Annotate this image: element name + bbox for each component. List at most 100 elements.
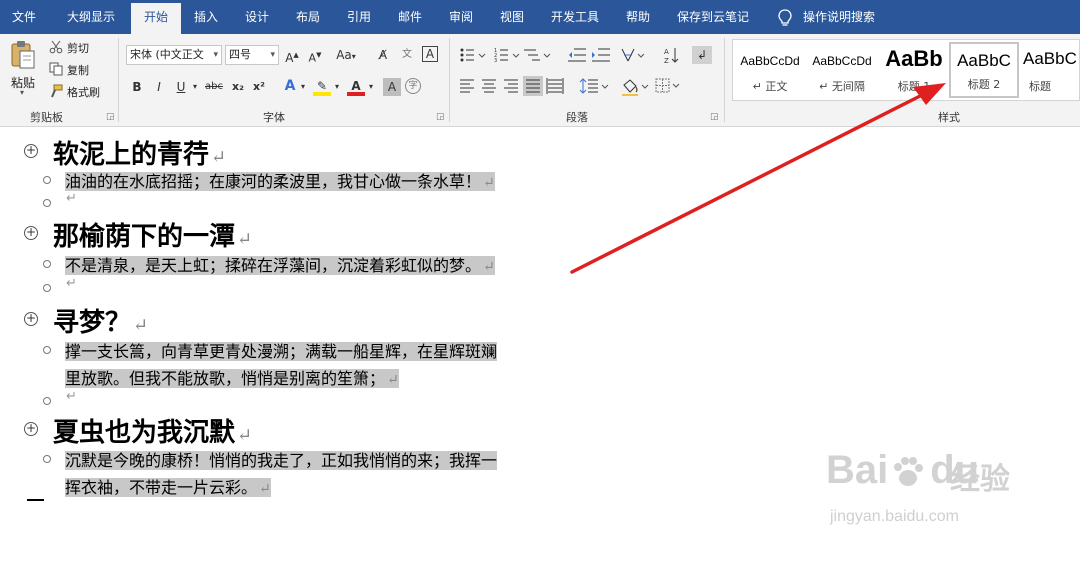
tab-home[interactable]: 开始 [131,3,181,34]
tab-design[interactable]: 设计 [245,0,269,34]
body-bullet-icon [43,397,51,405]
tell-me-search[interactable]: 操作说明搜索 [803,0,875,34]
tab-references[interactable]: 引用 [347,0,371,34]
expand-plus-icon[interactable]: + [24,144,38,158]
tab-insert[interactable]: 插入 [194,0,218,34]
tab-outline[interactable]: 大纲显示 [67,0,115,34]
paragraph-mark: ↵ [483,259,495,275]
multilevel-list-icon[interactable] [524,49,551,61]
svg-text:3: 3 [494,58,497,64]
sort-icon[interactable]: AZ [664,48,679,65]
expand-plus-icon[interactable]: + [24,312,38,326]
numbering-icon[interactable]: 1 2 3 [494,48,520,64]
shrink-font-icon[interactable]: A▼ [306,46,324,65]
tab-developer[interactable]: 开发工具 [551,0,599,34]
style-name: 标题 [1029,80,1051,93]
paragraph-controls: 1 2 3 AZ ↲ [460,46,712,96]
character-border-icon[interactable]: A [422,46,438,62]
style-sample: AaBbC [1023,49,1077,68]
align-center-icon[interactable] [482,79,496,93]
tab-help[interactable]: 帮助 [626,0,650,34]
subscript-button[interactable]: x₂ [229,78,247,96]
shading-icon[interactable] [622,79,649,96]
cut-button[interactable]: 剪切 [67,40,89,56]
font-color-dropdown-icon[interactable]: ▾ [366,78,376,96]
bullets-icon[interactable] [460,48,486,62]
tab-mailings[interactable]: 邮件 [398,0,422,34]
body-bullet-icon [43,284,51,292]
tab-review[interactable]: 审阅 [449,0,473,34]
style-no-spacing[interactable]: AaBbCcDd ↵ 无间隔 [807,42,877,98]
svg-text:↲: ↲ [697,48,707,62]
align-left-icon[interactable] [460,79,474,93]
tab-view[interactable]: 视图 [500,0,524,34]
tab-file[interactable]: 文件 [12,0,36,34]
style-name: ↵ 无间隔 [819,80,865,93]
justify-icon[interactable] [523,76,543,96]
chevron-down-icon: ▾ [213,50,218,60]
borders-icon[interactable] [655,78,680,93]
clipboard-launcher-icon[interactable]: ◲ [106,112,115,122]
watermark-brand-cn: 经验 [950,462,1010,497]
font-name-select[interactable]: 宋体 (中文正文 ▾ [126,45,222,65]
enclose-characters-icon[interactable]: 字 [405,78,421,94]
paragraph-mark: ↵ [237,425,253,446]
heading-text: 软泥上的青荇 [53,140,210,170]
underline-dropdown-icon[interactable]: ▾ [190,78,200,96]
chinese-layout-icon[interactable] [621,48,645,62]
underline-button[interactable]: U [172,78,190,96]
distributed-icon[interactable] [546,78,564,94]
copy-button[interactable]: 复制 [67,62,89,78]
paste-icon[interactable] [9,40,37,70]
font-size-select[interactable]: 四号 ▾ [225,45,279,65]
paste-dropdown-icon[interactable]: ▾ [20,88,24,97]
copy-icon [49,62,63,76]
heading-text: 寻梦？ [53,308,132,338]
paragraph-launcher-icon[interactable]: ◲ [710,112,719,122]
increase-indent-icon[interactable] [592,48,610,62]
text-effects-dropdown-icon[interactable]: ▾ [298,78,308,96]
style-title[interactable]: AaBbC 标题 [1023,42,1080,98]
show-marks-icon[interactable]: ↲ [692,46,712,64]
grow-font-icon[interactable]: A▲ [283,46,301,65]
body-text: 撑一支长篙，向青草更青处漫溯；满载一船星辉，在星辉斑斓 里放歌。但我不能放歌，悄… [65,338,585,394]
body-line: 撑一支长篙，向青草更青处漫溯；满载一船星辉，在星辉斑斓 [65,342,498,361]
group-divider [724,38,725,122]
highlight-dropdown-icon[interactable]: ▾ [332,78,342,96]
style-normal[interactable]: AaBbCcDd ↵ 正文 [735,42,805,98]
strikethrough-button[interactable]: abc [204,78,224,96]
character-shading-icon[interactable]: A [383,78,401,96]
format-painter-button[interactable]: 格式刷 [67,84,100,100]
change-case-button[interactable]: Aa▾ [334,46,358,64]
clear-formatting-icon[interactable]: A̸ [374,46,392,64]
font-color-icon[interactable]: A [347,77,365,96]
body-line: 沉默是今晚的康桥！悄悄的我走了，正如我悄悄的来；我挥一 [65,451,498,470]
paragraph-mark: ↵ [133,315,149,336]
body-text: 沉默是今晚的康桥！悄悄的我走了，正如我悄悄的来；我挥一 挥衣袖，不带走一片云彩。… [65,447,585,503]
highlight-color-icon[interactable]: ✎ [313,77,331,96]
style-name: 标题 2 [967,78,1001,91]
chevron-down-icon: ▾ [270,50,275,60]
body-line-text: 里放歌。但我不能放歌，悄悄是别离的笙箫； [65,369,386,388]
expand-plus-icon[interactable]: + [24,422,38,436]
clipboard-group-label: 剪贴板 [30,111,63,124]
line-spacing-icon[interactable] [579,78,609,94]
heading-text: 那榆荫下的一潭 [53,222,236,252]
expand-plus-icon[interactable]: + [24,226,38,240]
style-heading-1[interactable]: AaBb 标题 1 [879,42,949,98]
italic-button[interactable]: I [150,78,168,96]
change-case-label: Aa [336,48,352,62]
tab-save-to-cloud-note[interactable]: 保存到云笔记 [677,0,749,34]
font-group-label: 字体 [263,111,285,124]
style-heading-2[interactable]: AaBbC 标题 2 [949,42,1019,98]
bold-button[interactable]: B [128,78,146,96]
text-cursor [27,499,44,501]
tab-layout[interactable]: 布局 [296,0,320,34]
text-effects-icon[interactable]: A [281,77,299,95]
styles-gallery: AaBbCcDd ↵ 正文 AaBbCcDd ↵ 无间隔 AaBb 标题 1 A… [732,39,1080,101]
superscript-button[interactable]: x² [250,78,268,96]
font-launcher-icon[interactable]: ◲ [436,112,445,122]
align-right-icon[interactable] [504,79,518,93]
decrease-indent-icon[interactable] [568,48,586,62]
phonetic-guide-icon[interactable]: 文 [398,46,416,64]
